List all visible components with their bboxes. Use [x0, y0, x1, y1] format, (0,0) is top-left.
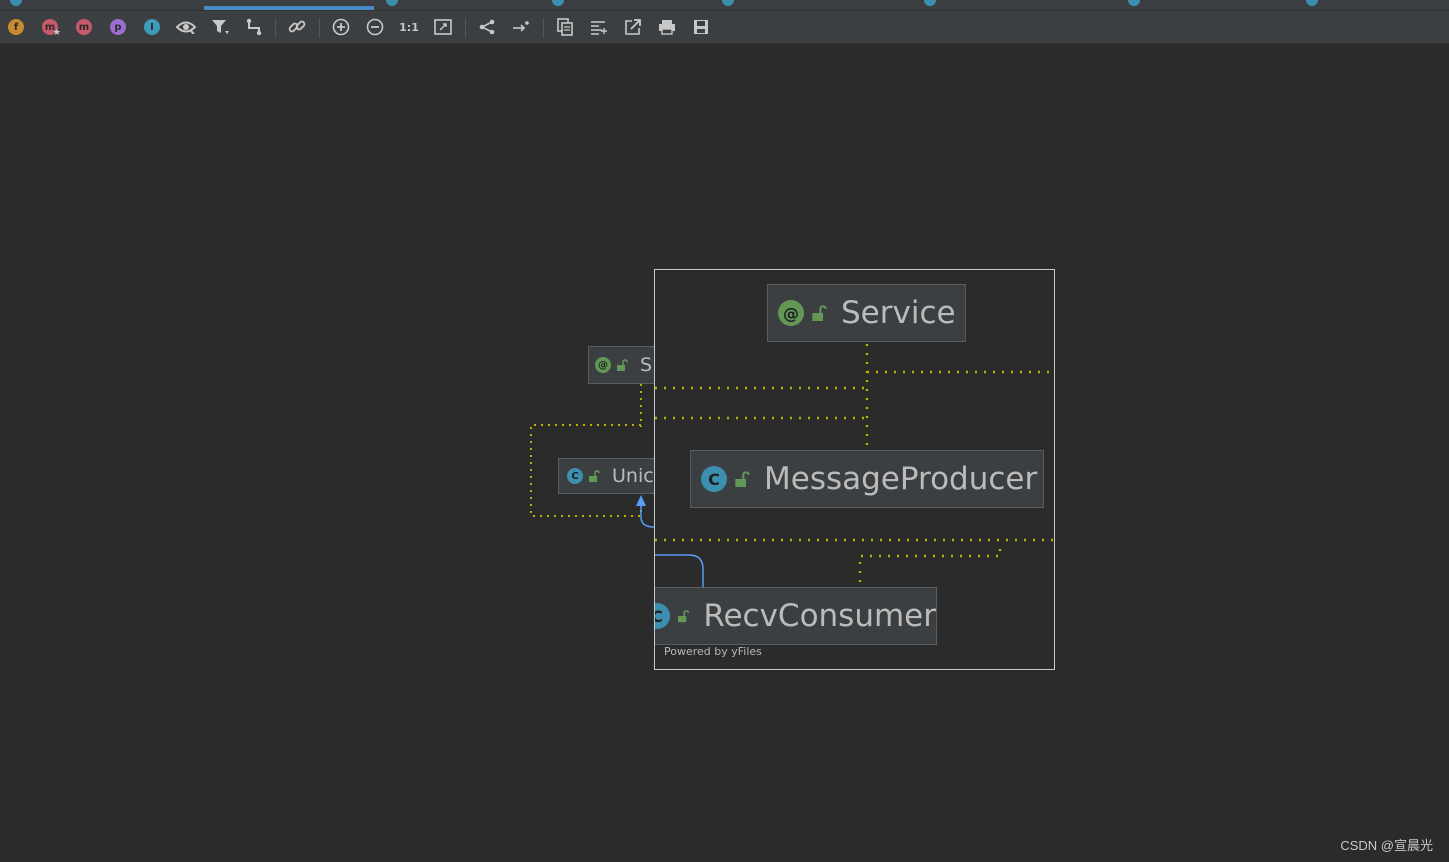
lock-open-icon: [735, 471, 750, 487]
service-annotation-node-partial[interactable]: @ S: [588, 346, 658, 384]
tab-class-icon[interactable]: [552, 0, 564, 6]
lock-open-icon: [678, 610, 690, 623]
printer-icon: [659, 20, 675, 35]
class-icon: C: [701, 466, 727, 492]
node-label: S: [640, 354, 653, 376]
eye-icon: [176, 21, 196, 34]
inner-classes-filter-button[interactable]: I: [141, 16, 163, 38]
tab-class-icon[interactable]: [722, 0, 734, 6]
align-button[interactable]: [588, 16, 610, 38]
tab-class-icon[interactable]: [1128, 0, 1140, 6]
show-dependencies-button[interactable]: [286, 16, 308, 38]
dependency-edge: [858, 542, 1002, 582]
arrow-right-icon: [513, 21, 529, 32]
save-button[interactable]: [690, 16, 712, 38]
inheritance-edge: [640, 505, 655, 528]
tab-class-icon[interactable]: [10, 0, 22, 6]
property-icon: p: [110, 19, 126, 35]
filter-button[interactable]: [209, 16, 231, 38]
tab-class-icon[interactable]: [1306, 0, 1318, 6]
toolbar-separator: [543, 18, 544, 38]
union-class-node-partial[interactable]: C Unic: [558, 458, 658, 494]
powered-by-label: Powered by yFiles: [664, 645, 762, 658]
text-align-icon: [591, 21, 607, 35]
export-button[interactable]: [622, 16, 644, 38]
methods-filter-button[interactable]: m: [73, 16, 95, 38]
message-producer-class-node[interactable]: C MessageProducer: [690, 450, 1044, 508]
diagram-overview-panel[interactable]: @ Service C MessageProducer C RecvConsum…: [654, 269, 1055, 670]
layout-button[interactable]: [476, 16, 498, 38]
node-label: Service: [841, 295, 956, 331]
properties-filter-button[interactable]: p: [107, 16, 129, 38]
filter-icon: [212, 20, 229, 34]
fields-filter-button[interactable]: f: [5, 16, 27, 38]
link-icon: [288, 20, 306, 33]
inner-class-icon: I: [144, 19, 160, 35]
fit-content-icon: [434, 19, 452, 35]
lock-open-icon: [589, 470, 600, 482]
layout-icon: [479, 19, 495, 35]
zoom-out-icon: [366, 18, 384, 36]
floppy-disk-icon: [694, 20, 708, 34]
copy-diagram-button[interactable]: [554, 16, 576, 38]
inheritance-arrow-head: [636, 495, 646, 506]
class-icon: C: [655, 603, 670, 629]
edge-routing-button[interactable]: [243, 16, 265, 38]
apply-layout-button[interactable]: [510, 16, 532, 38]
diagram-canvas[interactable]: @ S C Unic @ Service C MessageProducer R…: [0, 43, 1449, 862]
zoom-in-button[interactable]: [330, 16, 352, 38]
toolbar-separator: [319, 18, 320, 38]
watermark-text: CSDN @宣晨光: [1340, 838, 1433, 853]
print-button[interactable]: [656, 16, 678, 38]
visibility-button[interactable]: [175, 16, 197, 38]
tab-class-icon[interactable]: [924, 0, 936, 6]
class-icon: C: [567, 468, 583, 484]
node-label: MessageProducer: [764, 461, 1038, 497]
constructors-filter-button[interactable]: m ★: [39, 16, 61, 38]
fit-content-button[interactable]: [432, 16, 454, 38]
export-icon: [625, 19, 641, 35]
annotation-icon: @: [595, 357, 611, 373]
actual-size-label: 1:1: [399, 20, 419, 34]
field-icon: f: [8, 19, 24, 35]
inheritance-edge: [655, 554, 704, 588]
recv-consumer-class-node[interactable]: C RecvConsumer: [655, 587, 937, 645]
toolbar-separator: [275, 18, 276, 38]
zoom-out-button[interactable]: [364, 16, 386, 38]
service-annotation-node[interactable]: @ Service: [767, 284, 966, 342]
tab-class-icon[interactable]: [386, 0, 398, 6]
node-label: RecvConsumer: [703, 598, 936, 634]
lock-open-icon: [812, 305, 827, 321]
route-icon: [246, 18, 262, 36]
lock-open-icon: [617, 359, 628, 371]
method-icon: m: [76, 19, 92, 35]
actual-size-button[interactable]: 1:1: [398, 16, 420, 38]
constructor-icon: m ★: [42, 19, 61, 38]
diagram-toolbar: f m ★ m p I 1:1: [0, 10, 1449, 44]
editor-tab-strip: [0, 0, 1449, 10]
toolbar-separator: [465, 18, 466, 38]
copy-icon: [557, 18, 573, 36]
annotation-icon: @: [778, 300, 804, 326]
node-label: Unic: [612, 465, 654, 487]
zoom-in-icon: [332, 18, 350, 36]
